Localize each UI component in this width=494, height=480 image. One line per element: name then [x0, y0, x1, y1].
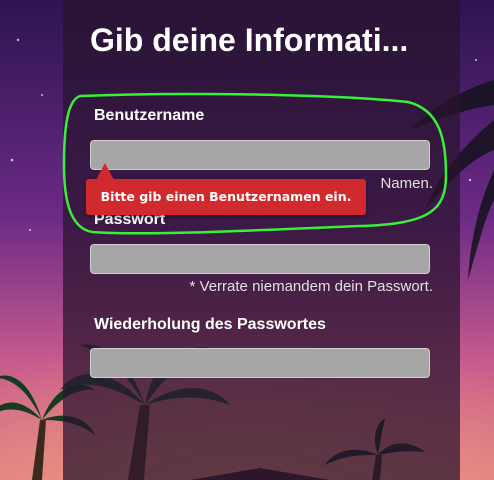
- username-input[interactable]: [90, 140, 430, 170]
- password-repeat-label: Wiederholung des Passwortes: [94, 316, 326, 333]
- password-hint: * Verrate niemandem dein Passwort.: [189, 278, 433, 295]
- form-panel: [63, 0, 460, 480]
- username-hint: Namen.: [380, 175, 433, 192]
- username-label: Benutzername: [94, 107, 205, 124]
- validation-tooltip-arrow: [96, 163, 114, 180]
- validation-tooltip: Bitte gib einen Benutzernamen ein.: [86, 179, 366, 215]
- password-input[interactable]: [90, 244, 430, 274]
- page-title: Gib deine Informati...: [90, 22, 409, 58]
- password-repeat-input[interactable]: [90, 348, 430, 378]
